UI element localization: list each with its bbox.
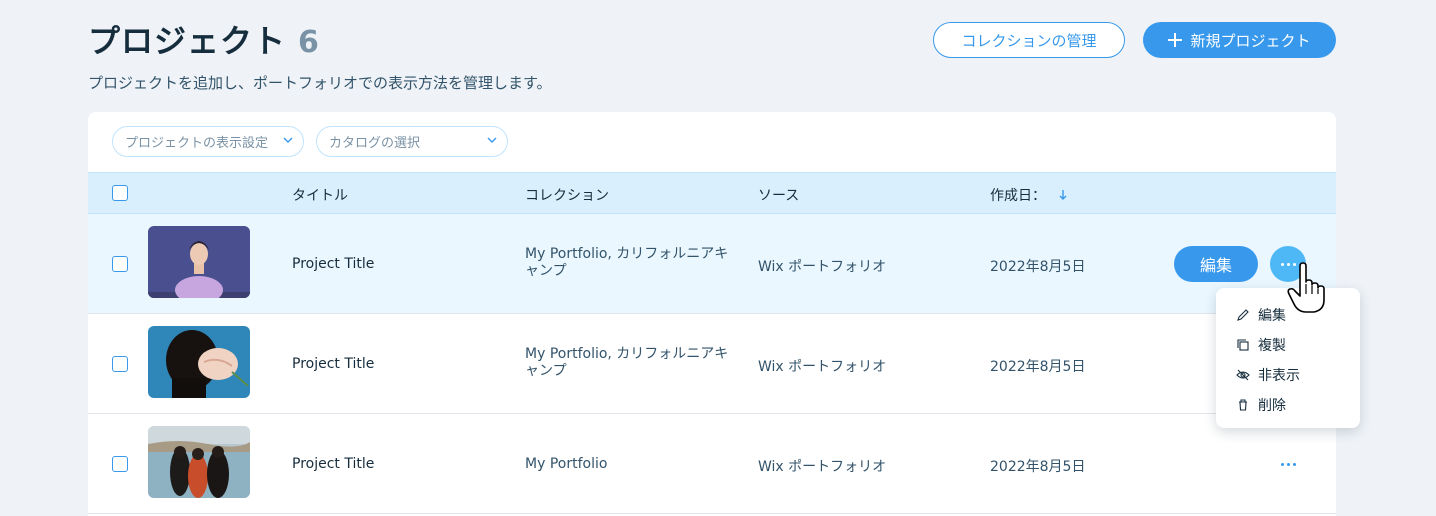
- project-title[interactable]: Project Title: [292, 456, 374, 472]
- column-title[interactable]: タイトル: [292, 185, 348, 205]
- project-image: [148, 426, 250, 498]
- page-header: プロジェクト 6 プロジェクトを追加し、ポートフォリオでの表示方法を管理します。: [88, 16, 552, 93]
- menu-item-label: 編集: [1258, 308, 1286, 324]
- menu-item-label: 複製: [1258, 338, 1286, 354]
- project-image: [148, 226, 250, 298]
- project-thumbnail[interactable]: [148, 326, 250, 398]
- table-row[interactable]: Project Title My Portfolio, カリフォルニアキャンプ …: [88, 314, 1336, 414]
- display-settings-dropdown[interactable]: プロジェクトの表示設定: [112, 126, 304, 157]
- hand-cursor-icon: [1287, 262, 1325, 313]
- project-source: Wix ポートフォリオ: [758, 359, 887, 375]
- plus-icon: [1168, 33, 1183, 47]
- catalog-dropdown[interactable]: カタログの選択: [316, 126, 508, 157]
- sort-down-icon[interactable]: [1058, 189, 1068, 201]
- project-collection: My Portfolio, カリフォルニアキャンプ: [525, 346, 729, 379]
- page-subtitle: プロジェクトを追加し、ポートフォリオでの表示方法を管理します。: [88, 74, 552, 92]
- project-date: 2022年8月5日: [990, 359, 1086, 375]
- new-project-label: 新規プロジェクト: [1190, 31, 1311, 50]
- project-title[interactable]: Project Title: [292, 256, 374, 272]
- new-project-button[interactable]: 新規プロジェクト: [1143, 22, 1336, 58]
- eye-off-icon: [1236, 369, 1250, 381]
- project-thumbnail[interactable]: [148, 226, 250, 298]
- menu-item-delete[interactable]: 削除: [1216, 390, 1360, 420]
- project-date: 2022年8月5日: [990, 259, 1086, 275]
- more-actions-button[interactable]: [1270, 446, 1306, 482]
- chevron-down-icon: [487, 137, 497, 143]
- manage-collections-button[interactable]: コレクションの管理: [933, 22, 1125, 58]
- column-source[interactable]: ソース: [758, 185, 799, 205]
- column-created[interactable]: 作成日：: [990, 185, 1068, 205]
- pencil-icon: [1237, 309, 1249, 321]
- column-collection[interactable]: コレクション: [525, 185, 609, 205]
- project-title[interactable]: Project Title: [292, 356, 374, 372]
- row-checkbox[interactable]: [112, 356, 128, 372]
- row-checkbox[interactable]: [112, 456, 128, 472]
- catalog-label: カタログの選択: [329, 136, 421, 151]
- menu-item-hide[interactable]: 非表示: [1216, 360, 1360, 390]
- page-title: プロジェクト 6: [88, 16, 552, 62]
- chevron-down-icon: [283, 137, 293, 143]
- display-settings-label: プロジェクトの表示設定: [125, 136, 269, 151]
- project-thumbnail[interactable]: [148, 426, 250, 498]
- projects-table-card: プロジェクトの表示設定 カタログの選択 タイトル コレクション ソース 作成日：: [88, 112, 1336, 516]
- row-checkbox[interactable]: [112, 256, 128, 272]
- project-image: [148, 326, 250, 398]
- project-collection: My Portfolio: [525, 456, 608, 472]
- menu-item-duplicate[interactable]: 複製: [1216, 330, 1360, 360]
- menu-item-label: 削除: [1258, 398, 1286, 414]
- project-date: 2022年8月5日: [990, 459, 1086, 475]
- project-count: 6: [298, 25, 320, 60]
- column-created-label: 作成日：: [990, 188, 1046, 204]
- project-collection: My Portfolio, カリフォルニアキャンプ: [525, 246, 729, 279]
- table-row[interactable]: Project Title My Portfolio, カリフォルニアキャンプ …: [88, 214, 1336, 314]
- trash-icon: [1239, 399, 1247, 411]
- select-all-checkbox[interactable]: [112, 185, 128, 201]
- project-source: Wix ポートフォリオ: [758, 459, 887, 475]
- table-row[interactable]: Project Title My Portfolio Wix ポートフォリオ 2…: [88, 414, 1336, 514]
- duplicate-icon: [1237, 339, 1249, 351]
- project-source: Wix ポートフォリオ: [758, 259, 887, 275]
- menu-item-label: 非表示: [1258, 368, 1300, 384]
- page-title-text: プロジェクト: [88, 22, 287, 60]
- table-header: タイトル コレクション ソース 作成日：: [88, 172, 1336, 214]
- more-icon: [1280, 462, 1296, 466]
- edit-button[interactable]: 編集: [1174, 246, 1258, 282]
- filter-bar: プロジェクトの表示設定 カタログの選択: [88, 112, 1336, 172]
